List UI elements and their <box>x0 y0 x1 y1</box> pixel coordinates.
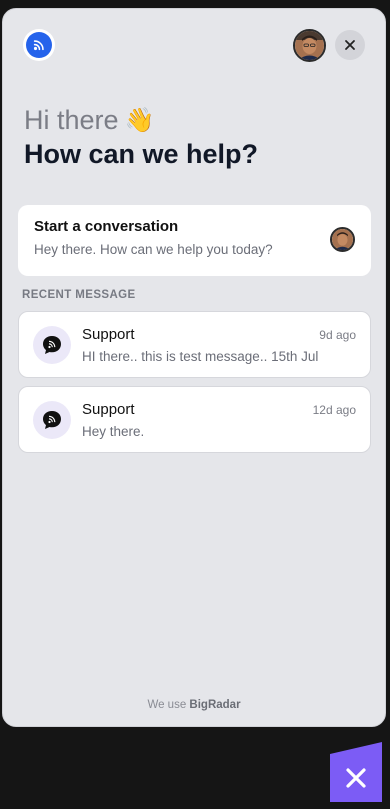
page-title: How can we help? <box>24 139 259 169</box>
message-time: 9d ago <box>319 328 356 342</box>
message-preview: HI there.. this is test message.. 15th J… <box>82 349 319 364</box>
start-conversation-button[interactable]: Start a conversation Hey there. How can … <box>18 205 371 276</box>
brand-logo <box>23 29 55 61</box>
widget-header <box>3 9 385 89</box>
support-chat-icon <box>33 326 71 364</box>
powered-by-footer: We use BigRadar <box>3 699 385 711</box>
close-icon <box>345 40 355 50</box>
launcher-close-button[interactable] <box>330 742 382 802</box>
agent-avatar <box>293 29 326 62</box>
footer-prefix: We use <box>147 699 187 711</box>
start-conversation-subtitle: Hey there. How can we help you today? <box>34 242 273 257</box>
waving-hand-icon: 👋 <box>124 107 155 134</box>
list-item[interactable]: Support 12d ago Hey there. <box>18 386 371 453</box>
message-time: 12d ago <box>312 403 356 417</box>
support-chat-icon <box>33 401 71 439</box>
agent-avatar-small <box>330 227 355 252</box>
start-conversation-title: Start a conversation <box>34 218 179 235</box>
chat-bubble-icon <box>26 32 52 58</box>
greeting: Hi there 👋 <box>24 105 154 136</box>
close-button[interactable] <box>335 30 365 60</box>
chat-widget-panel: Hi there 👋 How can we help? Start a conv… <box>2 8 386 727</box>
greeting-text: Hi there <box>24 105 119 135</box>
list-item[interactable]: Support 9d ago HI there.. this is test m… <box>18 311 371 378</box>
message-preview: Hey there. <box>82 424 145 439</box>
recent-message-heading: RECENT MESSAGE <box>22 289 136 301</box>
message-sender: Support <box>82 401 135 418</box>
footer-brand-link[interactable]: BigRadar <box>189 699 240 711</box>
message-sender: Support <box>82 326 135 343</box>
